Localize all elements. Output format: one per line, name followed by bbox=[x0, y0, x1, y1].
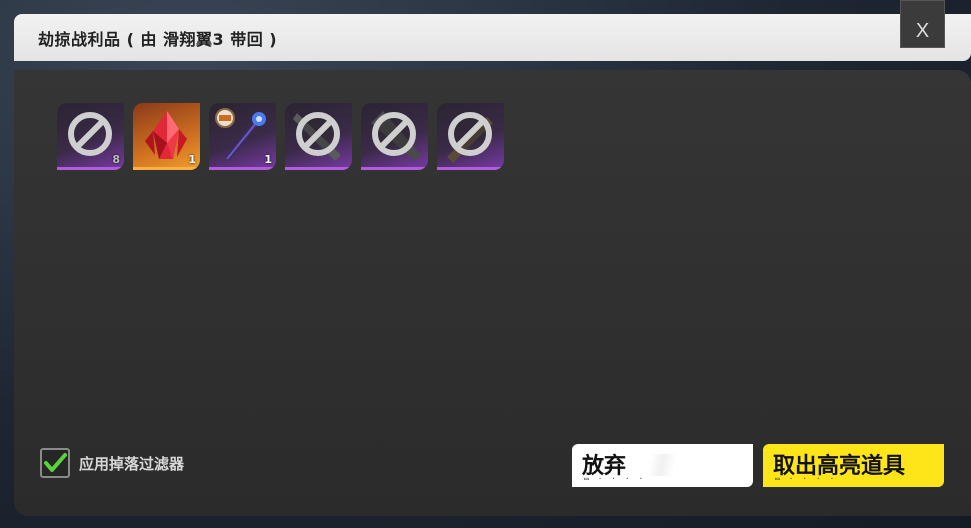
loot-item-1[interactable]: 8 bbox=[57, 103, 124, 170]
loot-item-6[interactable] bbox=[437, 103, 504, 170]
loot-dialog: 劫掠战利品 ( 由 滑翔翼3 带回 ) X 8 1 1 应用掉落过滤器 放弃 ▭… bbox=[14, 0, 971, 516]
button-decoration bbox=[632, 454, 692, 476]
dialog-body: 8 1 1 应用掉落过滤器 放弃 ▭ · · · · 取出高亮道具 ▭ · · … bbox=[14, 70, 971, 516]
drop-filter-checkbox[interactable] bbox=[40, 448, 70, 478]
item-quantity: 8 bbox=[112, 153, 120, 166]
drop-filter-label: 应用掉落过滤器 bbox=[79, 454, 185, 473]
loot-item-2[interactable]: 1 bbox=[133, 103, 200, 170]
loot-item-3[interactable]: 1 bbox=[209, 103, 276, 170]
dialog-header: 劫掠战利品 ( 由 滑翔翼3 带回 ) bbox=[14, 14, 971, 61]
dialog-title: 劫掠战利品 ( 由 滑翔翼3 带回 ) bbox=[38, 30, 278, 49]
keybind-hint: ▭ · · · · bbox=[775, 474, 837, 483]
loot-item-5[interactable] bbox=[361, 103, 428, 170]
drop-filter-toggle: 应用掉落过滤器 bbox=[40, 448, 184, 478]
item-quantity: 1 bbox=[264, 153, 272, 166]
blocked-icon bbox=[371, 111, 421, 161]
loot-item-4[interactable] bbox=[285, 103, 352, 170]
checkmark-icon bbox=[44, 453, 67, 472]
loot-items: 8 1 1 bbox=[57, 103, 504, 170]
keybind-hint: ▭ · · · · bbox=[584, 474, 646, 483]
item-quantity: 1 bbox=[188, 153, 196, 166]
blocked-icon bbox=[293, 112, 341, 161]
close-button[interactable]: X bbox=[900, 0, 945, 48]
blocked-icon bbox=[447, 112, 493, 163]
discard-button[interactable]: 放弃 ▭ · · · · bbox=[572, 444, 753, 487]
take-highlighted-button[interactable]: 取出高亮道具 ▭ · · · · bbox=[763, 444, 944, 487]
